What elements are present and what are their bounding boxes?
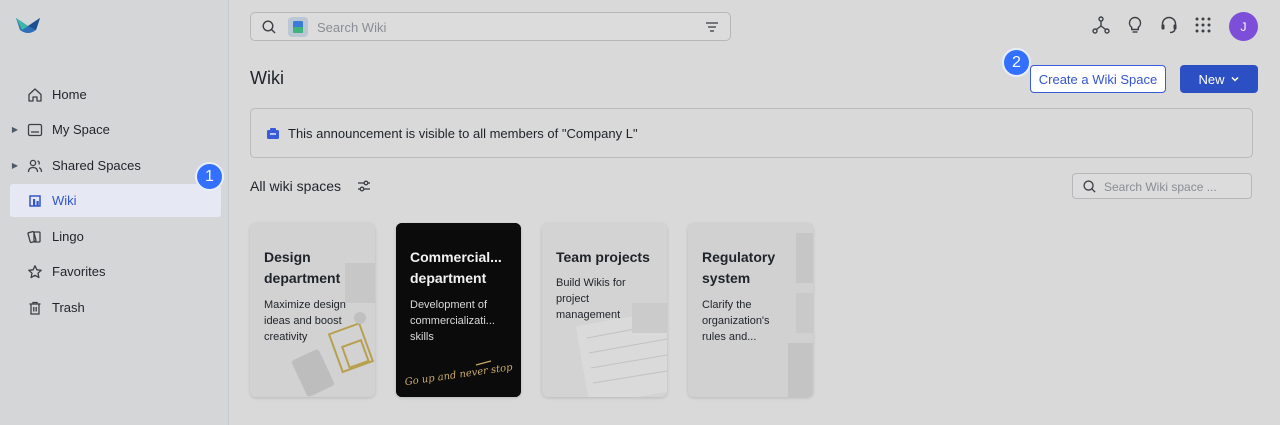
wiki-space-card-commercial[interactable]: Go up and never stop Commercial... depar…: [396, 223, 521, 397]
wiki-space-card-design[interactable]: Design department Maximize design ideas …: [250, 223, 375, 397]
trash-icon: [26, 299, 44, 317]
announcement-text: This announcement is visible to all memb…: [288, 126, 638, 141]
sidebar-item-label: My Space: [52, 122, 110, 137]
sidebar-item-label: Home: [52, 87, 87, 102]
sliders-icon[interactable]: [356, 178, 372, 199]
star-icon: [26, 263, 44, 281]
sidebar-item-my-space[interactable]: ▶ My Space: [10, 113, 221, 146]
card-description: Clarify the organization's rules and...: [702, 299, 770, 343]
sidebar-item-lingo[interactable]: Lingo: [10, 220, 221, 253]
sidebar-item-label: Wiki: [52, 193, 77, 208]
card-title: Team projects: [556, 249, 650, 265]
card-title: Commercial... department: [410, 249, 502, 286]
wiki-space-search-placeholder: Search Wiki space ...: [1104, 180, 1217, 194]
new-button[interactable]: New: [1180, 65, 1258, 93]
search-icon: [261, 19, 277, 40]
page-title: Wiki: [250, 68, 284, 88]
avatar[interactable]: J: [1229, 12, 1258, 41]
caret-right-icon[interactable]: ▶: [10, 161, 20, 170]
card-title: Design department: [264, 249, 341, 286]
search-icon: [1082, 179, 1097, 199]
users-icon: [26, 157, 44, 175]
lightbulb-icon[interactable]: [1124, 14, 1146, 36]
new-button-label: New: [1198, 71, 1225, 87]
home-icon: [26, 86, 44, 104]
sidebar-item-favorites[interactable]: Favorites: [10, 255, 221, 288]
wiki-icon: [26, 192, 44, 210]
wiki-space-search-input[interactable]: Search Wiki space ...: [1072, 173, 1252, 199]
wiki-space-card-team-projects[interactable]: Team projects Build Wikis for project ma…: [542, 223, 667, 397]
sidebar-item-home[interactable]: Home: [10, 78, 221, 111]
filter-icon[interactable]: [704, 19, 720, 40]
headset-icon[interactable]: [1158, 14, 1180, 36]
sidebar-item-trash[interactable]: Trash: [10, 291, 221, 324]
sidebar-item-label: Lingo: [52, 229, 84, 244]
card-description: Development of commercializati... skills: [410, 299, 495, 343]
folder-icon: [26, 121, 44, 139]
network-icon[interactable]: [1090, 14, 1112, 36]
sidebar-item-label: Shared Spaces: [52, 158, 141, 173]
annotation-marker-1: 1: [195, 162, 224, 191]
card-description: Maximize design ideas and boost creativi…: [264, 299, 346, 343]
chevron-down-icon: [1230, 72, 1240, 87]
sidebar-item-label: Favorites: [52, 264, 106, 279]
create-wiki-space-label: Create a Wiki Space: [1038, 71, 1158, 87]
sidebar-item-shared-spaces[interactable]: ▶ Shared Spaces: [10, 149, 221, 182]
sidebar: Home ▶ My Space ▶ Shared Spaces Wiki Lin…: [0, 0, 229, 425]
caret-right-icon[interactable]: ▶: [10, 125, 20, 134]
annotation-marker-2: 2: [1002, 48, 1031, 77]
sidebar-item-wiki[interactable]: Wiki: [10, 184, 221, 217]
card-description: Build Wikis for project management: [556, 277, 626, 321]
sidebar-item-label: Trash: [52, 300, 85, 315]
section-title: All wiki spaces: [250, 178, 342, 194]
announcement-icon: [265, 126, 281, 147]
lingo-icon: [26, 228, 44, 246]
wiki-space-card-regulatory[interactable]: Regulatory system Clarify the organizati…: [688, 223, 813, 397]
announcement-banner: This announcement is visible to all memb…: [250, 108, 1253, 158]
wiki-app-icon: [288, 17, 308, 37]
search-placeholder: Search Wiki: [317, 20, 387, 35]
create-wiki-space-button[interactable]: Create a Wiki Space: [1030, 65, 1166, 93]
app-logo-icon[interactable]: [14, 14, 44, 38]
card-title: Regulatory system: [702, 249, 776, 286]
search-input[interactable]: Search Wiki: [250, 12, 731, 41]
apps-grid-icon[interactable]: [1192, 14, 1214, 36]
